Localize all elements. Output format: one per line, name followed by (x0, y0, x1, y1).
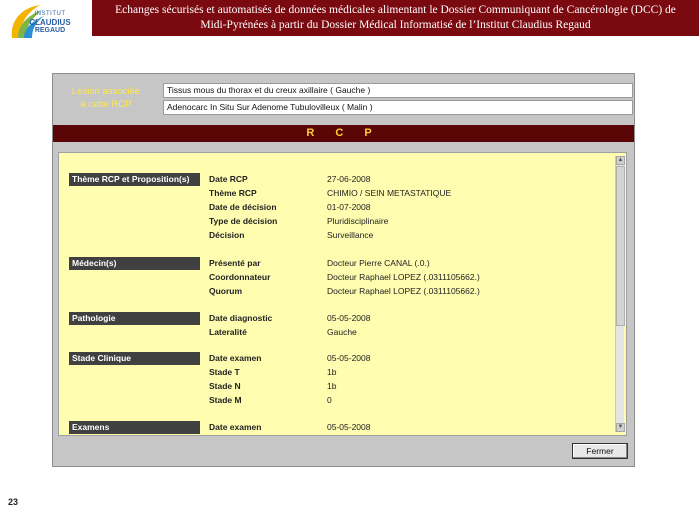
detail-value: 05-05-2008 (327, 353, 371, 363)
institut-logo: INSTITUT CLAUDIUS REGAUD (6, 2, 74, 40)
section-examens: Examens (69, 421, 200, 434)
banner-line-2: Midi-Pyrénées à partir du Dossier Médica… (200, 19, 591, 31)
detail-value: Docteur Raphael LOPEZ (.0311105662.) (327, 272, 480, 282)
fermer-button[interactable]: Fermer (572, 443, 628, 459)
detail-value: Pluridisciplinaire (327, 216, 389, 226)
scroll-down-icon[interactable]: ▼ (616, 423, 625, 432)
detail-value: Docteur Raphael LOPEZ (.0311105662.) (327, 286, 480, 296)
lesion-label-line-1: Lésion associée (71, 86, 141, 97)
detail-value: Docteur Pierre CANAL (.0.) (327, 258, 430, 268)
detail-label: Date de décision (209, 202, 277, 212)
detail-label: Stade T (209, 367, 240, 377)
detail-label: Date examen (209, 353, 262, 363)
title-banner: Echanges sécurisés et automatisés de don… (92, 0, 699, 36)
section-pathologie: Pathologie (69, 312, 200, 325)
detail-label: Date examen (209, 422, 262, 432)
logo-text: INSTITUT CLAUDIUS REGAUD (26, 10, 74, 35)
logo-line-1: INSTITUT (34, 11, 66, 17)
logo-line-3: REGAUD (34, 27, 66, 34)
detail-label: Date RCP (209, 174, 248, 184)
detail-label: Présenté par (209, 258, 261, 268)
panel-scrollbar[interactable]: ▲ ▼ (615, 156, 625, 432)
page-number: 23 (8, 497, 19, 507)
scroll-thumb[interactable] (616, 166, 625, 326)
section-medecins: Médecin(s) (69, 257, 200, 270)
lesion-field-localisation[interactable]: Tissus mous du thorax et du creux axilla… (163, 83, 633, 98)
detail-value: Surveillance (327, 230, 374, 240)
detail-label: Lateralité (209, 327, 247, 337)
detail-label: Date diagnostic (209, 313, 273, 323)
rcp-title-bar: R C P (53, 125, 634, 142)
detail-label: Thème RCP (209, 188, 257, 198)
detail-label: Stade M (209, 395, 242, 405)
detail-label: Coordonnateur (209, 272, 271, 282)
rcp-window: Lésion associée à cette RCP Tissus mous … (52, 73, 635, 467)
lesion-label: Lésion associée à cette RCP (53, 85, 159, 111)
section-stade-clinique: Stade Clinique (69, 352, 200, 365)
detail-label: Type de décision (209, 216, 278, 226)
detail-value: 27-06-2008 (327, 174, 371, 184)
lesion-field-histologie[interactable]: Adenocarc In Situ Sur Adenome Tubulovill… (163, 100, 633, 115)
detail-value: CHIMIO / SEIN METASTATIQUE (327, 188, 452, 198)
slide-header: INSTITUT CLAUDIUS REGAUD Echanges sécuri… (0, 0, 699, 40)
detail-value: 05-05-2008 (327, 313, 371, 323)
detail-value: 1b (327, 367, 337, 377)
rcp-details-panel: Thème RCP et Proposition(s) Date RCP 27-… (58, 152, 627, 436)
detail-label: Quorum (209, 286, 243, 296)
detail-value: 05-05-2008 (327, 422, 371, 432)
detail-value: 01-07-2008 (327, 202, 371, 212)
lesion-label-line-2: à cette RCP (80, 99, 132, 110)
section-theme-rcp: Thème RCP et Proposition(s) (69, 173, 200, 186)
detail-value: Gauche (327, 327, 357, 337)
banner-line-1: Echanges sécurisés et automatisés de don… (115, 4, 676, 16)
scroll-up-icon[interactable]: ▲ (616, 156, 625, 165)
detail-label: Décision (209, 230, 245, 240)
detail-value: 0 (327, 395, 332, 405)
detail-label: Stade N (209, 381, 241, 391)
logo-line-2: CLAUDIUS (29, 18, 71, 27)
detail-value: 1b (327, 381, 337, 391)
